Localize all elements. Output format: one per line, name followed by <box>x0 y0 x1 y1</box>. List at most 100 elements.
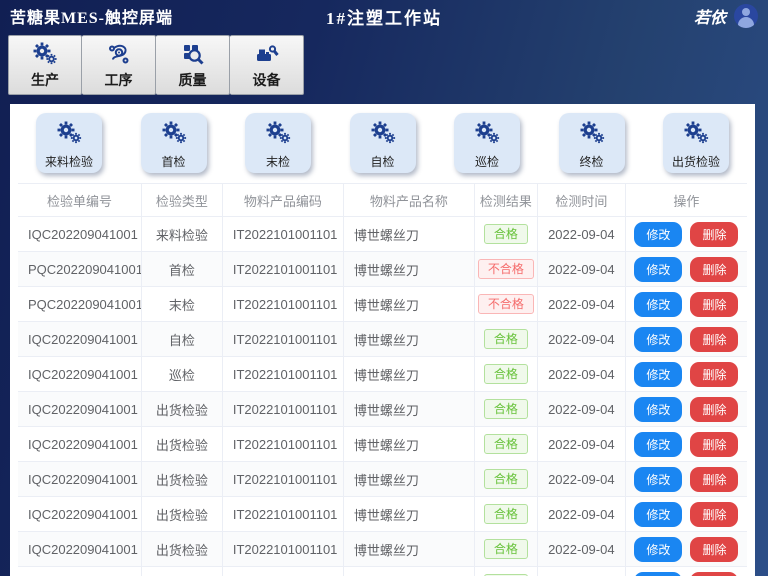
inspection-time: 2022-09-04 <box>538 287 626 322</box>
inspection-button-row: 来料检验 <box>10 104 755 177</box>
material-name: 博世螺丝刀 <box>344 462 475 497</box>
column-header: 检验单编号 <box>18 184 142 217</box>
column-header: 物料产品名称 <box>344 184 475 217</box>
delete-button[interactable]: 删除 <box>690 222 738 247</box>
double-gear-icon <box>160 120 188 153</box>
result-cell: 合格 <box>475 462 538 497</box>
column-header: 检测时间 <box>538 184 626 217</box>
edit-button[interactable]: 修改 <box>634 257 682 282</box>
material-name: 博世螺丝刀 <box>344 532 475 567</box>
inspection-type-label: 终检 <box>579 153 603 170</box>
result-cell: 合格 <box>475 392 538 427</box>
tab-label: 生产 <box>31 70 59 90</box>
inspection-time: 2022-09-04 <box>538 427 626 462</box>
inspection-type-button[interactable]: 来料检验 <box>36 113 102 173</box>
result-badge: 合格 <box>484 224 528 244</box>
result-badge: 不合格 <box>478 259 534 279</box>
result-cell: 合格 <box>475 217 538 252</box>
material-code: IT2022101001101 <box>223 217 344 252</box>
material-name: 博世螺丝刀 <box>344 497 475 532</box>
delete-button[interactable]: 删除 <box>690 537 738 562</box>
result-badge: 合格 <box>484 434 528 454</box>
inspection-order-no: IQC202209041001 <box>18 567 142 576</box>
edit-button[interactable]: 修改 <box>634 362 682 387</box>
delete-button[interactable]: 删除 <box>690 467 738 492</box>
material-name: 博世螺丝刀 <box>344 287 475 322</box>
inspection-type-button[interactable]: 巡检 <box>454 113 520 173</box>
username: 若依 <box>694 4 726 28</box>
inspection-type-label: 巡检 <box>475 153 499 170</box>
delete-button[interactable]: 删除 <box>690 572 738 576</box>
top-bar: 苦糖果MES-触控屏端 1#注塑工作站 若依 <box>0 0 768 32</box>
double-gear-icon <box>369 120 397 153</box>
inspection-type-label: 出货检验 <box>672 153 720 170</box>
inspection-type: 末检 <box>142 287 223 322</box>
delete-button[interactable]: 删除 <box>690 397 738 422</box>
tab-label: 质量 <box>179 70 207 90</box>
edit-button[interactable]: 修改 <box>634 502 682 527</box>
double-gear-icon <box>578 120 606 153</box>
delete-button[interactable]: 删除 <box>690 362 738 387</box>
inspection-type-label: 来料检验 <box>45 153 93 170</box>
user-menu[interactable]: 若依 <box>498 4 758 28</box>
app-title: 苦糖果MES-触控屏端 <box>10 4 270 28</box>
inspection-type-button[interactable]: 首检 <box>141 113 207 173</box>
table-row: IQC202209041001 出货检验 IT2022101001101 博世螺… <box>18 532 747 567</box>
inspection-type: 出货检验 <box>142 532 223 567</box>
inspection-type: 自检 <box>142 322 223 357</box>
edit-button[interactable]: 修改 <box>634 222 682 247</box>
inspection-order-no: IQC202209041001 <box>18 497 142 532</box>
delete-button[interactable]: 删除 <box>690 257 738 282</box>
tab-equipment[interactable]: 设备 <box>230 35 304 95</box>
result-cell: 不合格 <box>475 252 538 287</box>
material-code: IT2022101001101 <box>223 427 344 462</box>
result-cell: 合格 <box>475 532 538 567</box>
actions-cell: 修改 删除 <box>626 462 747 497</box>
inspection-table: 检验单编号 检验类型 物料产品编码 物料产品名称 检测结果 检测时间 操作 IQ… <box>18 183 747 576</box>
column-header: 检验类型 <box>142 184 223 217</box>
tab-production[interactable]: 生产 <box>8 35 82 95</box>
edit-button[interactable]: 修改 <box>634 327 682 352</box>
edit-button[interactable]: 修改 <box>634 432 682 457</box>
inspection-type: 首检 <box>142 252 223 287</box>
edit-button[interactable]: 修改 <box>634 397 682 422</box>
inspection-order-no: IQC202209041001 <box>18 217 142 252</box>
column-header: 检测结果 <box>475 184 538 217</box>
content-panel: 来料检验 <box>10 104 755 576</box>
inspection-time: 2022-09-04 <box>538 357 626 392</box>
tab-quality[interactable]: 质量 <box>156 35 230 95</box>
delete-button[interactable]: 删除 <box>690 502 738 527</box>
quality-magnifier-icon <box>180 41 206 67</box>
edit-button[interactable]: 修改 <box>634 292 682 317</box>
material-name: 博世螺丝刀 <box>344 217 475 252</box>
material-name: 博世螺丝刀 <box>344 357 475 392</box>
actions-cell: 修改 删除 <box>626 532 747 567</box>
material-code: IT2022101001101 <box>223 392 344 427</box>
inspection-time: 2022-09-04 <box>538 497 626 532</box>
delete-button[interactable]: 删除 <box>690 432 738 457</box>
actions-cell: 修改 删除 <box>626 252 747 287</box>
inspection-type-button[interactable]: 末检 <box>245 113 311 173</box>
material-code: IT2022101001101 <box>223 567 344 576</box>
column-header: 物料产品编码 <box>223 184 344 217</box>
inspection-order-no: IQC202209041001 <box>18 322 142 357</box>
delete-button[interactable]: 删除 <box>690 292 738 317</box>
table-row: PQC202209041001 末检 IT2022101001101 博世螺丝刀… <box>18 287 747 322</box>
inspection-type-button[interactable]: 终检 <box>559 113 625 173</box>
edit-button[interactable]: 修改 <box>634 537 682 562</box>
inspection-type: 出货检验 <box>142 392 223 427</box>
inspection-order-no: PQC202209041001 <box>18 287 142 322</box>
user-avatar-icon[interactable] <box>734 4 758 28</box>
tab-process[interactable]: 工序 <box>82 35 156 95</box>
material-name: 博世螺丝刀 <box>344 322 475 357</box>
inspection-type: 出货检验 <box>142 497 223 532</box>
delete-button[interactable]: 删除 <box>690 327 738 352</box>
edit-button[interactable]: 修改 <box>634 572 682 576</box>
result-cell: 合格 <box>475 567 538 576</box>
inspection-type-button[interactable]: 出货检验 <box>663 113 729 173</box>
inspection-type-button[interactable]: 自检 <box>350 113 416 173</box>
gears-icon <box>32 41 58 67</box>
material-code: IT2022101001101 <box>223 287 344 322</box>
edit-button[interactable]: 修改 <box>634 467 682 492</box>
process-flow-icon <box>106 41 132 67</box>
